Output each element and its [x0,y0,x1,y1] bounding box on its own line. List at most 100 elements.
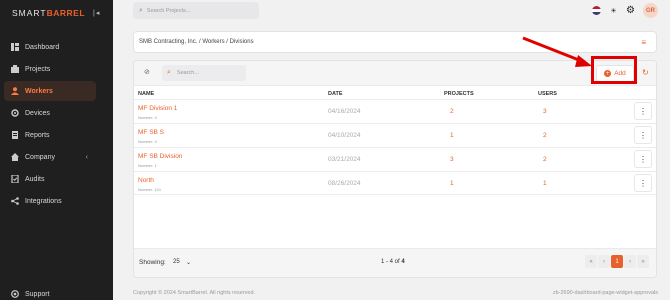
division-users-count[interactable]: 3 [543,108,547,115]
project-search-placeholder: Search Projects... [146,7,191,14]
gear-icon[interactable]: ⚙ [626,5,635,16]
chevron-down-icon: ⌄ [185,259,191,266]
pagination: « ‹ 1 › » [585,255,649,268]
prev-page-icon[interactable]: ‹ [598,255,610,268]
refresh-icon[interactable]: ↻ [642,68,649,77]
range-total: 4 [401,259,405,265]
division-number: Number: 101 [138,187,162,192]
logo-text-smart: SMART [12,8,47,18]
next-page-icon[interactable]: › [624,255,636,268]
divisions-table-card: ⊘ ⌕ Search... + Add ↻ NAME DATE PROJECTS… [133,60,657,278]
column-header-date[interactable]: DATE [328,91,343,97]
division-date: 04/10/2024 [328,132,361,139]
division-number: Number: 4 [138,115,157,120]
copyright-text: Copyright © 2024 SmartBarrel. All rights… [133,290,256,296]
table-search-placeholder: Search... [176,70,199,76]
division-date: 03/21/2024 [328,156,361,163]
range-text: 1 - 4 of [381,259,402,265]
division-projects-count[interactable]: 3 [450,156,454,163]
division-name-link[interactable]: MF SB S [138,129,164,136]
division-projects-count[interactable]: 1 [450,132,454,139]
logo-text-barrel: BARREL [46,8,86,18]
page-size-value: 25 [173,259,180,265]
division-date: 08/26/2024 [328,180,361,187]
sidebar-item-support[interactable]: Support [4,284,96,300]
division-date: 04/16/2024 [328,108,361,115]
column-header-name[interactable]: NAME [138,91,154,97]
sidebar-item-label: Company [25,153,55,161]
first-page-icon[interactable]: « [585,255,597,268]
page-number-button[interactable]: 1 [611,255,623,268]
sidebar-item-label: Projects [25,65,51,73]
menu-icon[interactable]: ≡ [641,38,646,47]
collapse-icon[interactable]: |◂ [93,9,100,17]
breadcrumb: SMB Contracting, Inc. / Workers / Divisi… [139,39,254,45]
division-users-count[interactable]: 1 [543,180,547,187]
division-users-count[interactable]: 2 [543,132,547,139]
sidebar-item-integrations[interactable]: Integrations [4,191,96,211]
annotation-highlight-box [591,56,637,84]
row-actions-kebab-icon[interactable]: ⋮ [634,150,652,168]
division-users-count[interactable]: 2 [543,156,547,163]
logo[interactable]: SMART BARREL |◂ [12,8,100,18]
build-tag: zb-2690-dashboard-page-widget-approvals [552,290,658,296]
sidebar-item-reports[interactable]: Reports [4,125,96,145]
table-row: MF Division 1 Number: 4 04/16/2024 2 3 ⋮ [134,99,656,123]
dashboard-icon [11,43,19,51]
audits-icon [11,175,19,183]
project-search-input[interactable]: ⌕ Search Projects... [133,2,259,19]
sidebar-item-audits[interactable]: Audits [4,169,96,189]
sidebar-item-label: Devices [25,109,50,117]
sidebar-item-devices[interactable]: Devices [4,103,96,123]
division-projects-count[interactable]: 1 [450,180,454,187]
column-header-projects[interactable]: PROJECTS [444,91,474,97]
filter-clear-icon[interactable]: ⊘ [144,68,150,76]
search-icon: ⌕ [139,6,143,14]
table-toolbar: ⊘ ⌕ Search... + Add ↻ [134,61,656,86]
sidebar-item-label: Reports [25,131,50,139]
avatar[interactable]: GR [643,3,658,18]
row-actions-kebab-icon[interactable]: ⋮ [634,126,652,144]
table-row: North Number: 101 08/26/2024 1 1 ⋮ [134,171,656,195]
table-row: MF SB Division Number: 1 03/21/2024 3 2 … [134,147,656,171]
showing-label: Showing: [139,259,166,266]
support-icon [11,290,19,298]
last-page-icon[interactable]: » [637,255,649,268]
sidebar-item-label: Workers [25,87,53,95]
sidebar-item-label: Support [25,290,50,298]
sidebar-item-projects[interactable]: Projects [4,59,96,79]
division-name-link[interactable]: MF Division 1 [138,105,177,112]
search-icon: ⌕ [167,69,171,76]
sidebar: SMART BARREL |◂ Dashboard Projects Worke… [0,0,113,300]
theme-toggle-icon[interactable]: ☀ [609,6,618,15]
topbar: ⌕ Search Projects... ☀ ⚙ GR [113,0,670,22]
breadcrumb-card: SMB Contracting, Inc. / Workers / Divisi… [133,31,657,53]
projects-icon [11,65,19,73]
sidebar-item-dashboard[interactable]: Dashboard [4,37,96,57]
sidebar-item-label: Dashboard [25,43,60,51]
sidebar-item-workers[interactable]: Workers [4,81,96,101]
table-row: MF SB S Number: 3 04/10/2024 1 2 ⋮ [134,123,656,147]
sidebar-item-label: Integrations [25,197,62,205]
sidebar-item-label: Audits [25,175,45,183]
column-header-users[interactable]: USERS [538,91,557,97]
table-search-input[interactable]: ⌕ Search... [162,65,246,81]
reports-icon [11,131,19,139]
division-projects-count[interactable]: 2 [450,108,454,115]
workers-icon [11,87,19,95]
sidebar-item-company[interactable]: Company ‹ [4,147,96,167]
table-footer: Showing: 25 ⌄ 1 - 4 of 4 « ‹ 1 › » [134,248,656,277]
division-number: Number: 1 [138,163,157,168]
row-actions-kebab-icon[interactable]: ⋮ [634,102,652,120]
top-right-controls: ☀ ⚙ GR [592,3,658,18]
division-name-link[interactable]: MF SB Division [138,153,182,160]
devices-icon [11,109,19,117]
row-actions-kebab-icon[interactable]: ⋮ [634,174,652,192]
company-icon [11,153,19,161]
page-size-select[interactable]: 25 ⌄ [170,254,194,270]
us-flag-icon[interactable] [592,6,602,15]
chevron-left-icon[interactable]: ‹ [86,154,88,161]
division-name-link[interactable]: North [138,177,154,184]
pagination-range: 1 - 4 of 4 [381,259,405,265]
division-number: Number: 3 [138,139,157,144]
